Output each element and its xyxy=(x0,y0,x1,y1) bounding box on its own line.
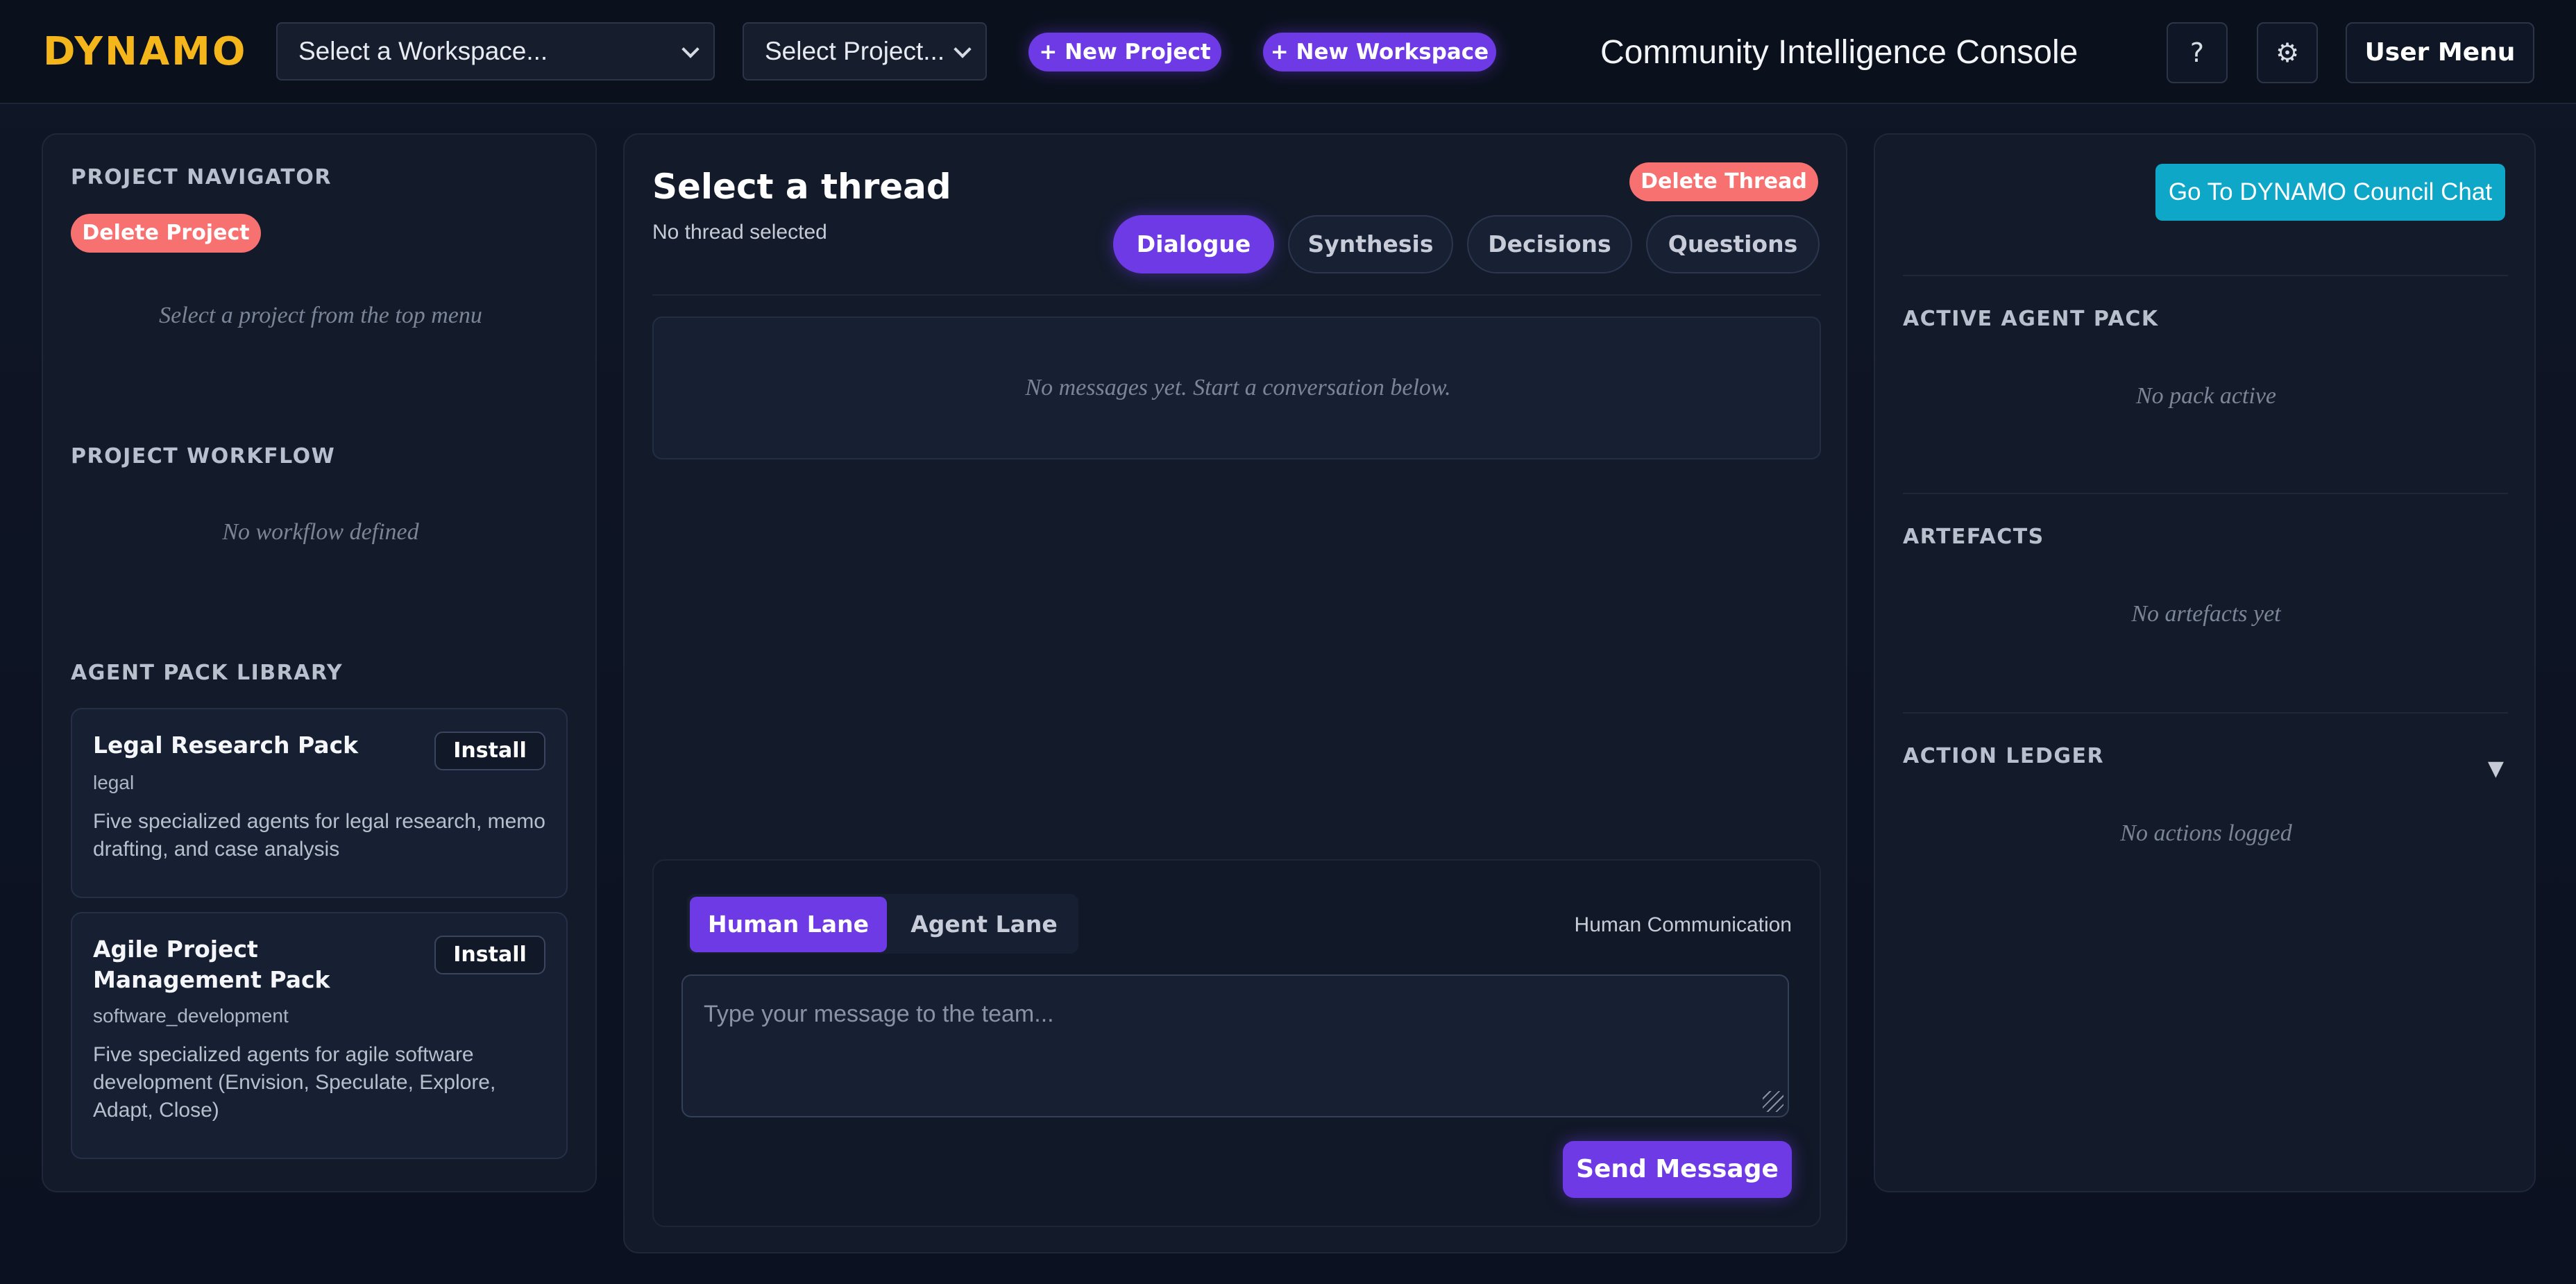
pack-name: Agile Project Management Pack xyxy=(93,936,330,993)
help-icon: ? xyxy=(2189,37,2205,68)
thread-panel: Select a thread No thread selected Delet… xyxy=(623,133,1847,1253)
settings-button[interactable]: ⚙ xyxy=(2257,22,2318,83)
delete-thread-button[interactable]: Delete Thread xyxy=(1629,162,1818,201)
project-workflow-title: PROJECT WORKFLOW xyxy=(71,444,336,468)
agent-pack-library-title: AGENT PACK LIBRARY xyxy=(71,661,344,685)
compose-area: Human Lane Agent Lane Human Communicatio… xyxy=(652,859,1821,1227)
console-title: Community Intelligence Console xyxy=(1600,34,2078,71)
navigator-empty-text: Select a project from the top menu xyxy=(159,303,482,328)
pack-category: software_development xyxy=(93,1005,289,1027)
message-placeholder: Type your message to the team... xyxy=(704,1001,1054,1027)
workspace-select[interactable]: Select a Workspace... xyxy=(276,22,715,81)
pack-description: Five specialized agents for legal resear… xyxy=(93,810,545,861)
chevron-down-icon xyxy=(681,40,700,58)
new-workspace-button[interactable]: + New Workspace xyxy=(1263,33,1496,71)
project-select[interactable]: Select Project... xyxy=(743,22,987,81)
project-select-value: Select Project... xyxy=(765,37,945,65)
right-sidebar: Go To DYNAMO Council Chat ACTIVE AGENT P… xyxy=(1874,133,2536,1192)
project-navigator-title: PROJECT NAVIGATOR xyxy=(71,165,332,189)
artefacts-empty-text: No artefacts yet xyxy=(2131,601,2281,627)
pack-card-agile-pm: Agile Project Management Pack Install so… xyxy=(71,912,568,1159)
active-agent-pack-title: ACTIVE AGENT PACK xyxy=(1903,307,2159,331)
pack-category: legal xyxy=(93,772,135,793)
tab-decisions[interactable]: Decisions xyxy=(1467,215,1632,273)
chevron-down-icon[interactable]: ▼ xyxy=(2488,757,2504,781)
pack-card-legal-research: Legal Research Pack Install legal Five s… xyxy=(71,708,568,898)
ledger-empty-text: No actions logged xyxy=(2120,820,2292,846)
user-menu-button[interactable]: User Menu xyxy=(2346,22,2534,83)
pack-description: Five specialized agents for agile softwa… xyxy=(93,1043,496,1122)
pack-name: Legal Research Pack xyxy=(93,732,359,759)
dynamo-logo[interactable]: DYNAMO xyxy=(43,29,248,74)
help-button[interactable]: ? xyxy=(2167,22,2228,83)
left-sidebar: PROJECT NAVIGATOR Delete Project Select … xyxy=(42,133,597,1192)
tab-dialogue[interactable]: Dialogue xyxy=(1113,215,1274,273)
workspace-select-value: Select a Workspace... xyxy=(298,37,548,65)
tab-synthesis[interactable]: Synthesis xyxy=(1288,215,1453,273)
message-list: No messages yet. Start a conversation be… xyxy=(652,316,1821,459)
divider xyxy=(1903,493,2508,494)
human-lane-tab[interactable]: Human Lane xyxy=(690,897,887,952)
council-chat-button[interactable]: Go To DYNAMO Council Chat xyxy=(2155,164,2505,221)
action-ledger-title[interactable]: ACTION LEDGER xyxy=(1903,744,2104,768)
empty-messages-text: No messages yet. Start a conversation be… xyxy=(1025,375,1451,400)
install-button[interactable]: Install xyxy=(434,936,545,974)
delete-project-button[interactable]: Delete Project xyxy=(71,214,261,253)
lane-label: Human Communication xyxy=(1574,913,1792,936)
message-input[interactable]: Type your message to the team... xyxy=(681,974,1789,1117)
divider xyxy=(1903,712,2508,713)
send-message-button[interactable]: Send Message xyxy=(1563,1141,1792,1198)
tab-questions[interactable]: Questions xyxy=(1646,215,1820,273)
thread-title: Select a thread xyxy=(652,167,951,207)
workflow-empty-text: No workflow defined xyxy=(222,519,419,545)
chevron-down-icon xyxy=(954,40,972,58)
agent-pack-empty-text: No pack active xyxy=(2135,383,2277,409)
gear-icon: ⚙ xyxy=(2275,37,2300,68)
divider xyxy=(1903,275,2508,276)
artefacts-title: ARTEFACTS xyxy=(1903,525,2044,549)
divider xyxy=(652,294,1821,296)
new-project-button[interactable]: + New Project xyxy=(1028,33,1221,71)
lane-switch: Human Lane Agent Lane xyxy=(687,894,1078,954)
top-bar: DYNAMO Select a Workspace... Select Proj… xyxy=(0,0,2576,104)
resize-handle-icon[interactable] xyxy=(1763,1091,1783,1112)
install-button[interactable]: Install xyxy=(434,732,545,770)
thread-subtitle: No thread selected xyxy=(652,221,827,244)
agent-lane-tab[interactable]: Agent Lane xyxy=(892,897,1076,952)
